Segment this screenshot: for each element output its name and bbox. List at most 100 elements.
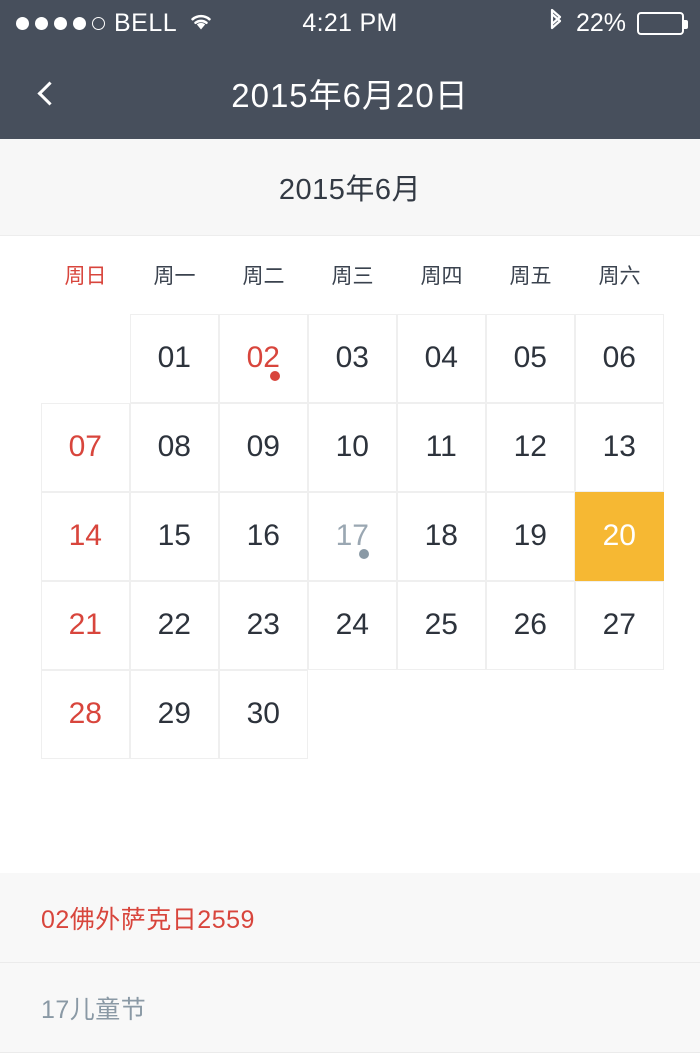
calendar-day-cell[interactable]: 21 xyxy=(40,580,130,670)
calendar-day-cell[interactable]: 06 xyxy=(574,313,664,403)
calendar-day-cell[interactable]: 23 xyxy=(218,580,308,670)
calendar-day-cell[interactable]: 02 xyxy=(218,313,308,403)
calendar-day-cell[interactable]: 03 xyxy=(307,313,397,403)
calendar-cell-empty xyxy=(308,670,398,760)
weekday-label-2: 周二 xyxy=(242,265,285,288)
calendar-day-cell[interactable]: 17 xyxy=(307,491,397,581)
calendar-screen: BELL 4:21 PM 22% 2015年6月20日 2015年6月 周日 周… xyxy=(0,0,700,1053)
calendar-day-cell[interactable]: 08 xyxy=(129,402,219,492)
event-row[interactable]: 17儿童节 xyxy=(0,963,700,1053)
calendar-day-cell[interactable]: 25 xyxy=(396,580,486,670)
calendar-day-number: 29 xyxy=(157,697,191,731)
calendar-day-number: 19 xyxy=(513,519,547,553)
calendar-day-number: 16 xyxy=(246,519,280,553)
calendar-day-number: 11 xyxy=(425,430,457,464)
calendar-day-number: 10 xyxy=(335,430,369,464)
month-label: 2015年6月 xyxy=(278,174,422,206)
signal-dot xyxy=(16,17,29,30)
calendar-day-number: 01 xyxy=(157,341,191,375)
calendar-cell-empty xyxy=(41,314,131,404)
calendar-day-number: 22 xyxy=(157,608,191,642)
calendar-cell-empty xyxy=(397,670,487,760)
weekday-label-1: 周一 xyxy=(153,265,196,288)
calendar-day-number: 26 xyxy=(513,608,547,642)
calendar-day-number: 20 xyxy=(602,519,636,553)
calendar-day-cell[interactable]: 05 xyxy=(485,313,575,403)
calendar-day-number: 06 xyxy=(602,341,636,375)
calendar-day-number: 15 xyxy=(157,519,191,553)
calendar-day-number: 02 xyxy=(246,341,280,375)
weekday-label-5: 周五 xyxy=(509,265,552,288)
event-row[interactable]: 02佛外萨克日2559 xyxy=(0,873,700,963)
calendar-day-number: 13 xyxy=(602,430,636,464)
calendar-day-number: 09 xyxy=(246,430,280,464)
event-marker-dot xyxy=(359,548,370,559)
weekday-label-6: 周六 xyxy=(598,265,641,288)
events-list: 02佛外萨克日2559 17儿童节 xyxy=(0,873,700,1053)
calendar-day-number: 03 xyxy=(335,341,369,375)
weekday-label-3: 周三 xyxy=(331,265,374,288)
status-bar-left: BELL xyxy=(16,9,216,38)
month-header[interactable]: 2015年6月 xyxy=(0,139,700,236)
calendar-day-cell[interactable]: 11 xyxy=(396,402,486,492)
calendar-day-number: 07 xyxy=(68,430,102,464)
calendar-day-cell[interactable]: 01 xyxy=(129,313,219,403)
calendar-grid: 01 02 03 04 05 06 07 08 09 10 11 12 13 14 15 16 17 18 19 20… xyxy=(40,313,665,760)
calendar-day-cell[interactable]: 20 xyxy=(574,491,664,581)
battery-icon xyxy=(637,12,688,35)
calendar-day-cell[interactable]: 18 xyxy=(396,491,486,581)
signal-dot xyxy=(92,17,105,30)
calendar-day-cell[interactable]: 28 xyxy=(40,669,130,759)
signal-dot xyxy=(54,17,67,30)
calendar-day-cell[interactable]: 19 xyxy=(485,491,575,581)
calendar-day-number: 23 xyxy=(246,608,280,642)
navigation-bar: 2015年6月20日 xyxy=(0,47,700,139)
calendar-day-cell[interactable]: 09 xyxy=(218,402,308,492)
wifi-icon xyxy=(186,9,216,38)
battery-percent-label: 22% xyxy=(575,9,626,37)
calendar-day-number: 05 xyxy=(513,341,547,375)
calendar-day-number: 18 xyxy=(424,519,458,553)
calendar-day-cell[interactable]: 30 xyxy=(218,669,308,759)
calendar-cell-empty xyxy=(575,670,665,760)
calendar-day-cell[interactable]: 22 xyxy=(129,580,219,670)
weekday-label-4: 周四 xyxy=(420,265,463,288)
calendar-day-number: 08 xyxy=(157,430,191,464)
calendar-day-cell[interactable]: 29 xyxy=(129,669,219,759)
calendar-day-number: 27 xyxy=(602,608,636,642)
weekday-label-0: 周日 xyxy=(64,265,107,288)
calendar-day-cell[interactable]: 14 xyxy=(40,491,130,581)
page-title: 2015年6月20日 xyxy=(231,77,469,114)
calendar-day-cell[interactable]: 12 xyxy=(485,402,575,492)
signal-dot xyxy=(73,17,86,30)
chevron-left-icon xyxy=(37,80,62,106)
calendar-day-cell[interactable]: 04 xyxy=(396,313,486,403)
calendar-day-number: 28 xyxy=(68,697,102,731)
calendar-day-number: 25 xyxy=(424,608,458,642)
status-bar: BELL 4:21 PM 22% xyxy=(0,0,700,47)
calendar-day-cell[interactable]: 16 xyxy=(218,491,308,581)
back-button[interactable] xyxy=(24,70,70,116)
calendar-cell-empty xyxy=(486,670,576,760)
calendar-day-cell[interactable]: 07 xyxy=(40,402,130,492)
signal-dot xyxy=(35,17,48,30)
calendar-day-number: 12 xyxy=(513,430,547,464)
calendar-day-number: 21 xyxy=(68,608,102,642)
event-marker-dot xyxy=(270,370,281,381)
calendar-day-number: 14 xyxy=(68,519,102,553)
carrier-label: BELL xyxy=(114,9,178,37)
calendar-day-cell[interactable]: 26 xyxy=(485,580,575,670)
calendar-day-cell[interactable]: 13 xyxy=(574,402,664,492)
signal-strength-icon xyxy=(16,17,105,30)
calendar-day-cell[interactable]: 10 xyxy=(307,402,397,492)
calendar-day-cell[interactable]: 15 xyxy=(129,491,219,581)
calendar-day-number: 24 xyxy=(335,608,369,642)
bluetooth-icon xyxy=(547,7,565,40)
calendar-day-cell[interactable]: 24 xyxy=(307,580,397,670)
weekday-header-row: 周日 周一 周二 周三 周四 周五 周六 xyxy=(41,236,700,314)
status-bar-right: 22% xyxy=(547,7,688,40)
calendar-day-cell[interactable]: 27 xyxy=(574,580,664,670)
calendar-day-number: 04 xyxy=(424,341,458,375)
calendar-day-number: 30 xyxy=(246,697,280,731)
calendar-day-number: 17 xyxy=(335,519,369,553)
